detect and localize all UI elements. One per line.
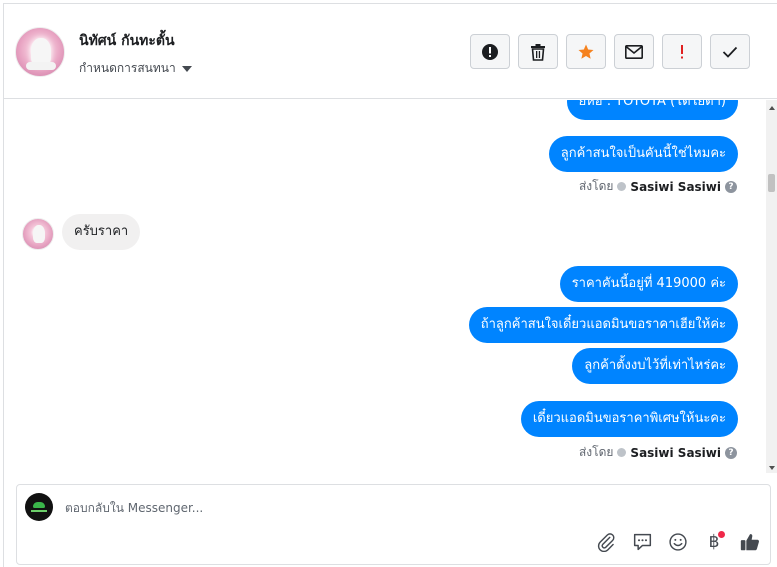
reply-input[interactable] (65, 497, 665, 519)
attach-button[interactable] (593, 529, 619, 555)
payment-button[interactable]: ฿ (701, 529, 727, 555)
outgoing-message: เดี๋ยวแอดมินขอราคาพิเศษให้นะคะ (520, 401, 738, 437)
sent-by-prefix: ส่งโดย (578, 445, 614, 459)
page-avatar (25, 493, 53, 521)
contact-avatar[interactable] (15, 27, 65, 77)
alert-circle-icon (482, 43, 498, 60)
report-button[interactable] (470, 34, 510, 69)
speech-bubble-icon (633, 533, 651, 551)
conversation-setting-dropdown[interactable]: กำหนดการสนทนา (79, 59, 192, 78)
question-icon[interactable]: ? (725, 180, 737, 193)
composer-tools: ฿ (593, 529, 763, 555)
conversation-panel: นิทัศน์ กันทะตั้น กำหนดการสนทนา ยี่ห้อ:… (3, 3, 777, 567)
like-button[interactable] (737, 529, 763, 555)
saved-replies-button[interactable] (629, 529, 655, 555)
outgoing-message: ลูกค้าตั้งงบไว้ที่เท่าไหร่คะ (572, 348, 738, 384)
reply-composer: ฿ (16, 484, 771, 565)
exclamation-icon (681, 44, 683, 58)
message-scrollbar[interactable] (766, 100, 777, 473)
scroll-down-arrow[interactable] (769, 466, 775, 470)
check-icon (617, 448, 627, 457)
conversation-header: นิทัศน์ กันทะตั้น กำหนดการสนทนา (4, 4, 777, 99)
star-icon (578, 44, 594, 59)
star-button[interactable] (566, 34, 606, 69)
header-actions (470, 34, 750, 69)
checkmark-icon (722, 46, 738, 58)
conversation-setting-label: กำหนดการสนทนา (79, 61, 176, 75)
envelope-icon (625, 44, 643, 59)
paperclip-icon (597, 533, 615, 552)
thumbs-up-icon (740, 534, 759, 551)
important-button[interactable] (662, 34, 702, 69)
outgoing-message: ถ้าลูกค้าสนใจเดี๋ยวแอดมินขอราคาเฮียให้ค่… (468, 307, 738, 343)
contact-avatar-small[interactable] (22, 218, 54, 250)
delete-button[interactable] (518, 34, 558, 69)
outgoing-message: ราคาคันนี้อยู่ที่ 419000 ค่ะ (559, 266, 738, 302)
scroll-up-arrow[interactable] (769, 106, 775, 110)
notification-dot (718, 531, 725, 538)
emoji-button[interactable] (665, 529, 691, 555)
agent-name: Sasiwi Sasiwi (630, 445, 721, 460)
scroll-thumb[interactable] (768, 174, 775, 192)
outgoing-message: ยี่ห้อ : TOYOTA (โตโยต้า) (566, 100, 738, 120)
mark-unread-button[interactable] (614, 34, 654, 69)
outgoing-message: ลูกค้าสนใจเป็นคันนี้ใช่ไหมคะ (548, 136, 738, 172)
check-icon (617, 182, 627, 191)
smiley-icon (669, 533, 687, 551)
message-thread: ยี่ห้อ : TOYOTA (โตโยต้า) ลูกค้าสนใจเป็น… (4, 100, 777, 473)
sent-by-prefix: ส่งโดย (578, 179, 614, 193)
trash-icon (531, 43, 545, 61)
incoming-message: ครับราคา (62, 214, 141, 250)
contact-name[interactable]: นิทัศน์ กันทะตั้น (79, 30, 175, 52)
chevron-down-icon (181, 66, 192, 72)
mark-done-button[interactable] (710, 34, 750, 69)
question-icon[interactable]: ? (725, 446, 737, 459)
sent-by-info: ส่งโดย Sasiwi Sasiwi ? (579, 443, 737, 462)
sent-by-info: ส่งโดย Sasiwi Sasiwi ? (579, 177, 737, 196)
agent-name: Sasiwi Sasiwi (630, 179, 721, 194)
